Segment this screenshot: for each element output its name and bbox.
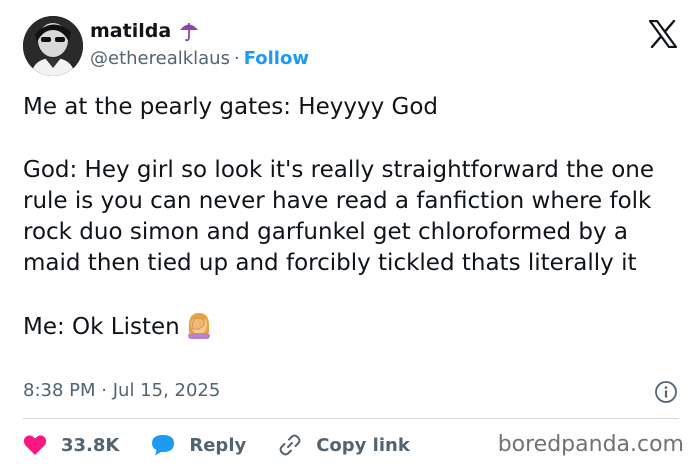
info-icon[interactable] [654,380,678,404]
author-handle[interactable]: @etherealklaus [90,48,230,69]
tweet-card: matilda @etherealklaus · Follow Me at the … [0,0,700,471]
handle-separator: · [233,48,240,69]
copy-link-label: Copy link [316,434,410,456]
tweet-time: 8:38 PM [23,380,96,401]
divider [23,418,679,419]
like-count: 33.8K [61,434,120,456]
copy-link-button[interactable]: Copy link [278,433,410,457]
reply-bubble-icon [152,435,175,456]
action-bar: 33.8K Reply Copy link [23,432,442,458]
timestamp-separator: · [101,380,107,401]
like-button[interactable]: 33.8K [23,434,119,456]
reply-button[interactable]: Reply [151,434,246,456]
tweet-paragraph-3-row: Me: Ok Listen [23,311,683,343]
author-display-name[interactable]: matilda [90,20,171,42]
tweet-paragraph-1: Me at the pearly gates: Heyyyy God [23,94,438,120]
tweet-body: Me at the pearly gates: Heyyyy God God: … [23,92,683,343]
tweet-timestamp[interactable]: 8:38 PM · Jul 15, 2025 [23,380,220,401]
umbrella-icon [179,20,199,42]
reply-label: Reply [189,434,247,456]
avatar[interactable] [23,16,83,76]
follow-button[interactable]: Follow [244,48,309,69]
heart-icon [23,435,47,455]
x-logo-icon[interactable] [648,19,678,49]
author-name-row: matilda [90,20,199,42]
author-handle-row: @etherealklaus · Follow [90,48,309,69]
facepalm-emoji-icon [186,311,212,339]
watermark: boredpanda.com [497,432,684,457]
avatar-photo [23,16,83,76]
tweet-paragraph-2: God: Hey girl so look it's really straig… [23,157,655,276]
link-icon [279,434,301,456]
tweet-paragraph-3: Me: Ok Listen [23,314,180,340]
tweet-date: Jul 15, 2025 [112,380,221,401]
